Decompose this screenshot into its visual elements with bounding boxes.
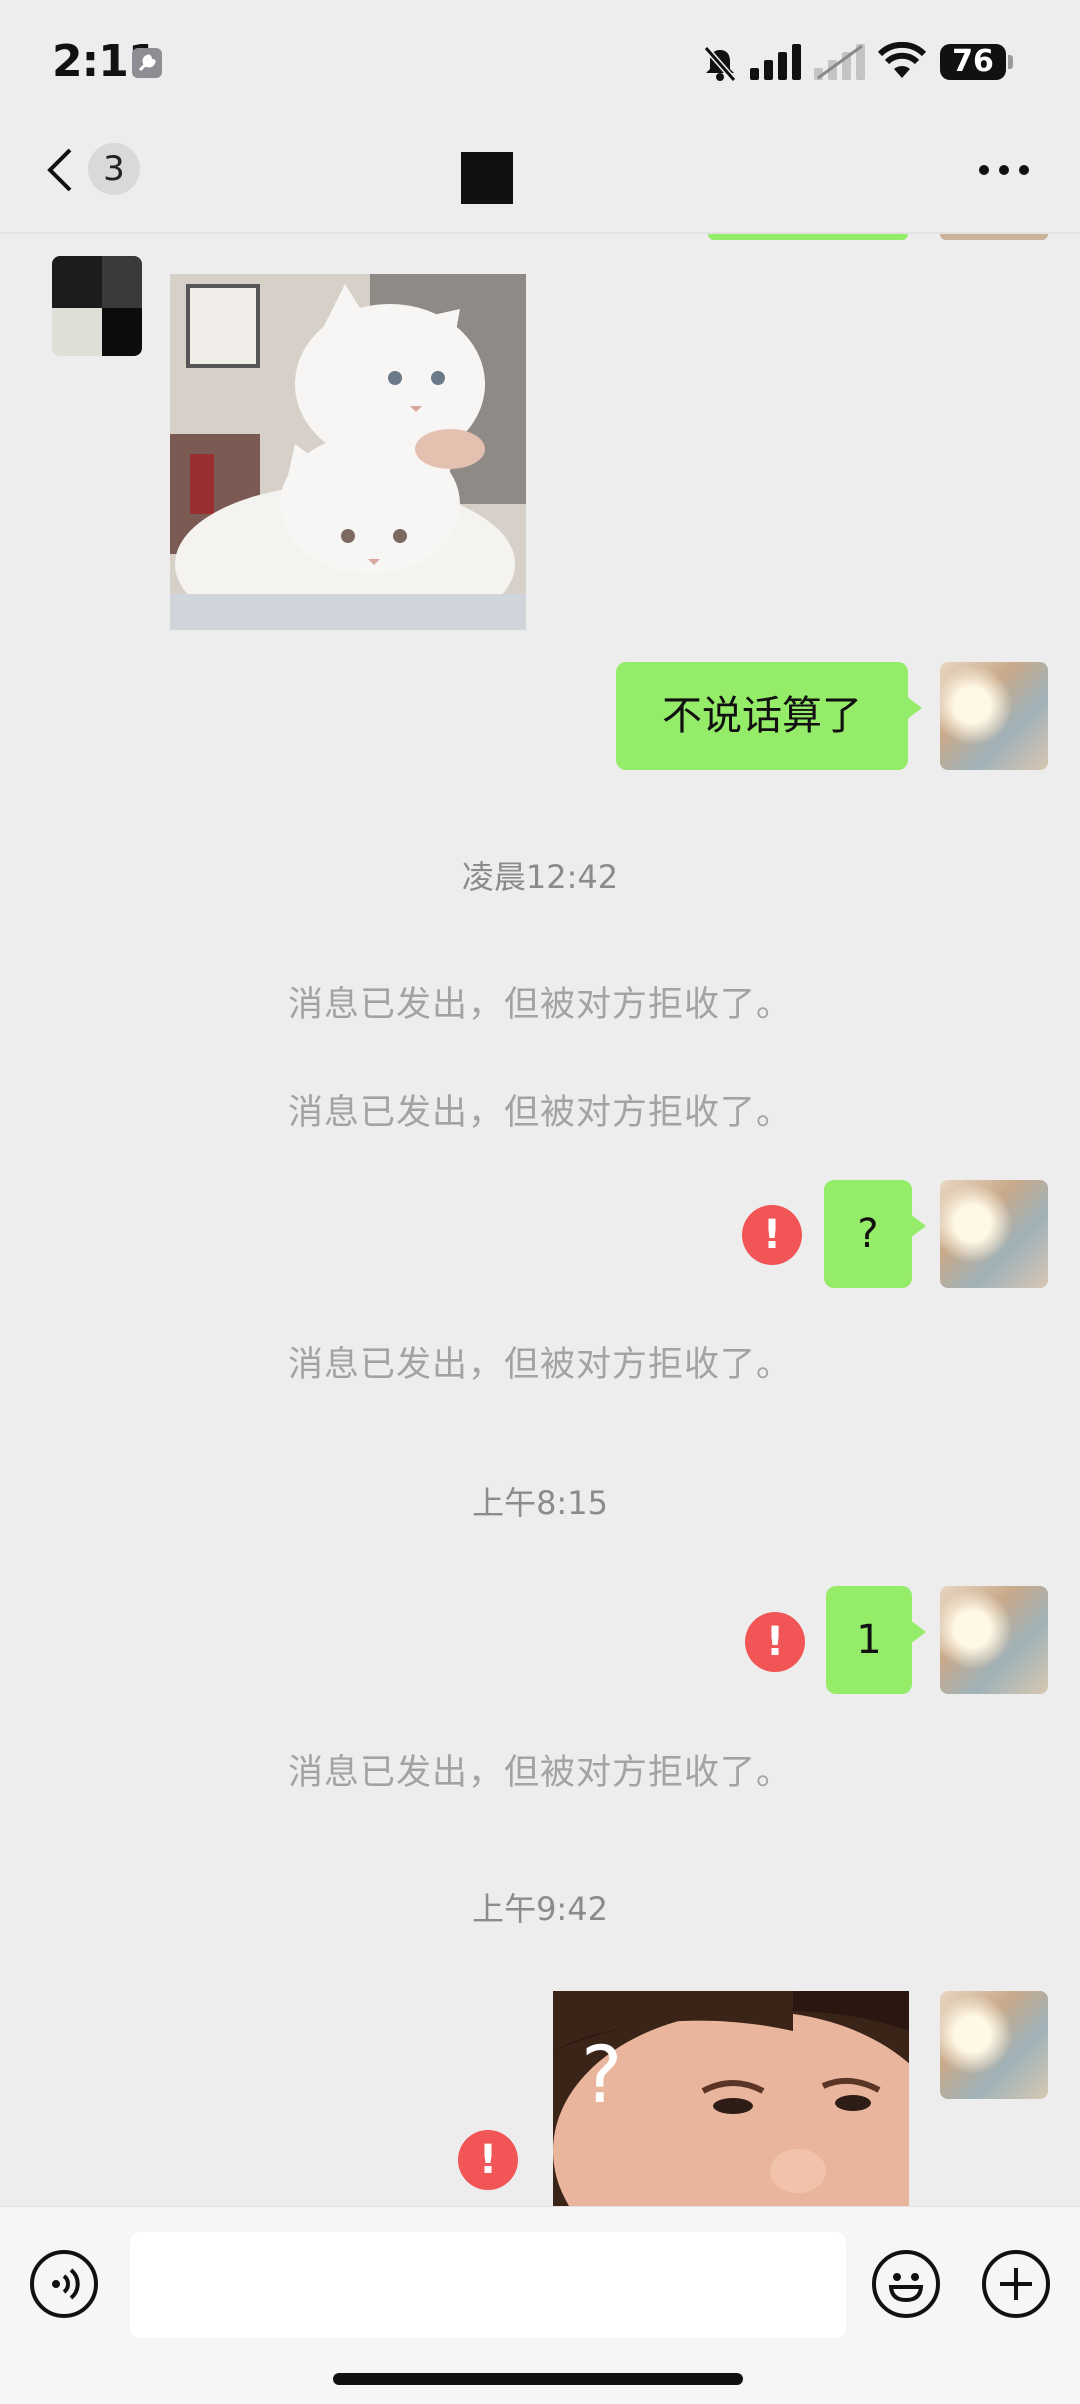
rejected-notice: 消息已发出，但被对方拒收了。: [287, 985, 792, 1025]
send-failed-icon[interactable]: !: [745, 1612, 805, 1672]
sent-image-photo[interactable]: ?: [553, 1991, 909, 2206]
emoji-icon[interactable]: [872, 2250, 940, 2318]
unread-count-badge[interactable]: 3: [88, 143, 140, 195]
rejected-notice: 消息已发出，但被对方拒收了。: [287, 1093, 792, 1133]
sent-message-bubble[interactable]: 不说话算了: [616, 662, 922, 770]
timestamp: 上午9:42: [472, 1890, 608, 1928]
secondary-signal-icon: [814, 44, 866, 84]
rejected-notice: 消息已发出，但被对方拒收了。: [287, 1753, 792, 1793]
voice-icon[interactable]: [30, 2250, 98, 2318]
my-avatar[interactable]: [940, 1586, 1048, 1694]
silent-mode-icon: [700, 44, 740, 88]
back-chevron-icon[interactable]: [44, 146, 74, 198]
plus-icon[interactable]: [982, 2250, 1050, 2318]
message-input[interactable]: [130, 2232, 846, 2338]
more-options-icon[interactable]: [978, 162, 1030, 181]
contact-avatar[interactable]: [52, 256, 142, 356]
message-text: 1: [856, 1617, 882, 1663]
my-avatar[interactable]: [940, 662, 1048, 770]
image-overlay-text: ?: [581, 2031, 623, 2121]
rejected-notice: 消息已发出，但被对方拒收了。: [287, 1345, 792, 1385]
send-failed-icon[interactable]: !: [742, 1205, 802, 1265]
battery-level: 76: [940, 44, 1006, 80]
home-indicator: [333, 2373, 743, 2385]
sent-message-bubble[interactable]: ?: [824, 1180, 926, 1288]
wrench-icon: [132, 48, 162, 78]
previous-avatar: [940, 234, 1048, 240]
sent-message-bubble[interactable]: 1: [826, 1586, 926, 1694]
battery-tip: [1008, 55, 1013, 69]
timestamp: 上午8:15: [472, 1484, 608, 1522]
cellular-signal-icon: [750, 44, 802, 84]
my-avatar[interactable]: [940, 1180, 1048, 1288]
contact-name-redacted: [461, 152, 513, 204]
message-text: 不说话算了: [662, 693, 862, 739]
my-avatar[interactable]: [940, 1991, 1048, 2099]
cat-photo[interactable]: [170, 274, 526, 630]
nav-divider: [0, 232, 1080, 234]
message-text: ?: [857, 1211, 879, 1257]
wifi-icon: [877, 41, 927, 84]
previous-message-bubble: [708, 234, 908, 240]
timestamp: 凌晨12:42: [461, 858, 619, 896]
send-failed-icon[interactable]: !: [458, 2130, 518, 2190]
